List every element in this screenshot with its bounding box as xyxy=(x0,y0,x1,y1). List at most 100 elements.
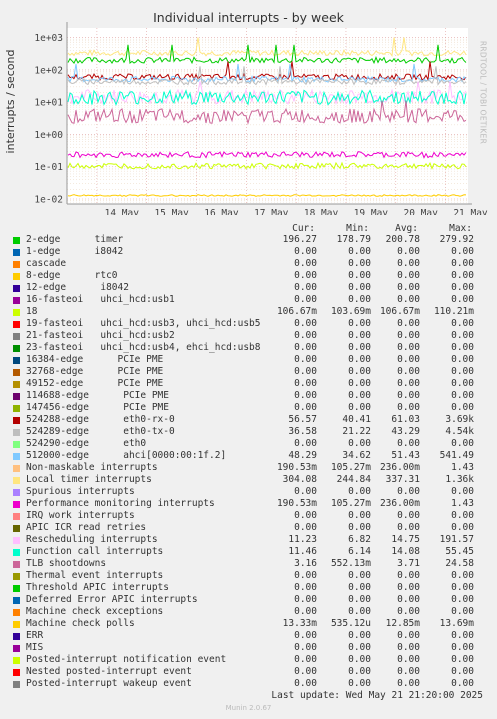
legend-avg-value: 200.78 xyxy=(385,234,420,245)
legend-cur-value: 0.00 xyxy=(294,366,317,377)
legend-row: Nested posted-interrupt event 0.00 0.00 0.0… xyxy=(0,666,497,678)
legend-row: 524289-edge eth0-tx-0 36.58 21.22 43.29 4.54… xyxy=(0,426,497,438)
legend-cur-value: 0.00 xyxy=(294,594,317,605)
legend-avg-value: 0.00 xyxy=(397,570,420,581)
legend-label: APIC ICR read retries xyxy=(26,522,147,533)
y-axis-label: interrupts / second xyxy=(4,49,17,154)
legend-max-value: 0.00 xyxy=(451,486,474,497)
legend-swatch xyxy=(13,273,20,280)
legend-avg-value: 0.00 xyxy=(397,342,420,353)
legend-max-value: 0.00 xyxy=(451,378,474,389)
legend-cur-value: 0.00 xyxy=(294,330,317,341)
legend-max-value: 0.00 xyxy=(451,390,474,401)
legend-max-value: 0.00 xyxy=(451,570,474,581)
legend-avg-value: 0.00 xyxy=(397,378,420,389)
legend-cur-value: 196.27 xyxy=(282,234,317,245)
legend-cur-value: 0.00 xyxy=(294,282,317,293)
legend-avg-value: 0.00 xyxy=(397,510,420,521)
header-avg: Avg: xyxy=(395,223,418,234)
y-tick-label: 1e+02 xyxy=(34,65,63,76)
legend-row: Threshold APIC interrupts 0.00 0.00 0.00 0.0… xyxy=(0,582,497,594)
legend-swatch xyxy=(13,657,20,664)
legend-row: 19-fasteoi uhci_hcd:usb3, uhci_hcd:usb5 0… xyxy=(0,318,497,330)
legend-max-value: 1.36k xyxy=(445,474,474,485)
legend-avg-value: 0.00 xyxy=(397,654,420,665)
legend-cur-value: 0.00 xyxy=(294,510,317,521)
legend-label: 49152-edge PCIe PME xyxy=(26,378,164,389)
legend-max-value: 0.00 xyxy=(451,282,474,293)
legend-max-value: 55.45 xyxy=(445,546,474,557)
legend-swatch xyxy=(13,237,20,244)
y-tick-label: 1e-01 xyxy=(34,162,63,173)
legend-label: Threshold APIC interrupts xyxy=(26,582,169,593)
legend-swatch xyxy=(13,261,20,268)
legend-row: Performance monitoring interrupts 190.53m… xyxy=(0,498,497,510)
legend-label: Function call interrupts xyxy=(26,546,164,557)
x-tick-label: 14 May xyxy=(105,208,140,215)
legend-swatch xyxy=(13,453,20,460)
legend-avg-value: 106.67m xyxy=(379,306,420,317)
chart-title: Individual interrupts - by week xyxy=(153,10,344,25)
legend-max-value: 0.00 xyxy=(451,594,474,605)
legend-row: Deferred Error APIC interrupts 0.00 0.00 0.… xyxy=(0,594,497,606)
x-tick-label: 18 May xyxy=(304,208,339,215)
legend-cur-value: 48.29 xyxy=(288,450,317,461)
legend-row: Machine check polls 13.33m 535.12u 12.85m 13… xyxy=(0,618,497,630)
legend-swatch xyxy=(13,621,20,628)
legend-cur-value: 0.00 xyxy=(294,318,317,329)
legend-max-value: 0.00 xyxy=(451,522,474,533)
legend-max-value: 4.54k xyxy=(445,426,474,437)
legend-swatch xyxy=(13,297,20,304)
legend-max-value: 0.00 xyxy=(451,258,474,269)
legend-cur-value: 0.00 xyxy=(294,678,317,689)
legend-max-value: 0.00 xyxy=(451,654,474,665)
legend-avg-value: 3.71 xyxy=(397,558,420,569)
legend-label: 19-fasteoi uhci_hcd:usb3, uhci_hcd:usb5 xyxy=(26,318,261,329)
legend-max-value: 0.00 xyxy=(451,582,474,593)
legend-max-value: 0.00 xyxy=(451,438,474,449)
legend-avg-value: 51.43 xyxy=(391,450,420,461)
legend-max-value: 110.21m xyxy=(433,306,474,317)
legend-avg-value: 14.08 xyxy=(391,546,420,557)
rrdtool-credit: RRDTOOL / TOBI OETIKER xyxy=(478,40,488,145)
legend-cur-value: 190.53m xyxy=(276,462,317,473)
legend-swatch xyxy=(13,537,20,544)
legend-avg-value: 0.00 xyxy=(397,366,420,377)
legend-label: Thermal event interrupts xyxy=(26,570,164,581)
legend-avg-value: 0.00 xyxy=(397,642,420,653)
legend-label: MIS xyxy=(26,642,44,653)
legend-avg-value: 0.00 xyxy=(397,330,420,341)
legend-swatch xyxy=(13,393,20,400)
legend-avg-value: 61.03 xyxy=(391,414,420,425)
legend-avg-value: 0.00 xyxy=(397,318,420,329)
legend-swatch xyxy=(13,441,20,448)
legend-swatch xyxy=(13,429,20,436)
legend-cur-value: 0.00 xyxy=(294,522,317,533)
y-tick-label: 1e-02 xyxy=(34,195,63,206)
x-tick-label: 17 May xyxy=(254,208,289,215)
legend-swatch xyxy=(13,525,20,532)
legend-label: 23-fasteoi uhci_hcd:usb4, ehci_hcd:usb8 xyxy=(26,342,261,353)
legend-row: MIS 0.00 0.00 0.00 0.00 xyxy=(0,642,497,654)
x-tick-label: 19 May xyxy=(354,208,389,215)
legend-avg-value: 0.00 xyxy=(397,246,420,257)
legend-max-value: 0.00 xyxy=(451,642,474,653)
legend-avg-value: 0.00 xyxy=(397,438,420,449)
legend-max-value: 0.00 xyxy=(451,330,474,341)
legend-label: Deferred Error APIC interrupts xyxy=(26,594,198,605)
legend-cur-value: 0.00 xyxy=(294,378,317,389)
legend-label: TLB shootdowns xyxy=(26,558,107,569)
legend-max-value: 1.43 xyxy=(451,498,474,509)
legend-cur-value: 0.00 xyxy=(294,666,317,677)
legend-max-value: 0.00 xyxy=(451,666,474,677)
x-tick-label: 20 May xyxy=(404,208,439,215)
legend-row: 16384-edge PCIe PME 0.00 0.00 0.00 0.00 xyxy=(0,354,497,366)
legend-cur-value: 36.58 xyxy=(288,426,317,437)
legend-label: Performance monitoring interrupts xyxy=(26,498,215,509)
legend-max-value: 0.00 xyxy=(451,402,474,413)
x-tick-label: 15 May xyxy=(154,208,189,215)
legend-swatch xyxy=(13,669,20,676)
legend-avg-value: 0.00 xyxy=(397,282,420,293)
legend-max-value: 0.00 xyxy=(451,294,474,305)
legend-swatch xyxy=(13,561,20,568)
